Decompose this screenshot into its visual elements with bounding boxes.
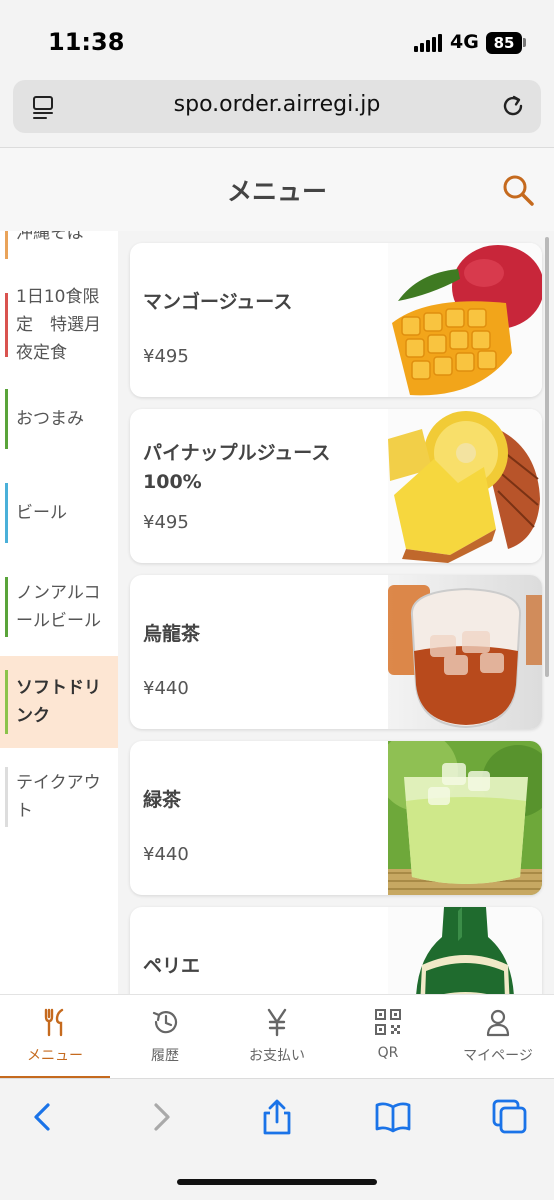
scrollbar[interactable] <box>545 237 549 677</box>
category-item[interactable]: テイクアウト <box>0 767 118 827</box>
category-color-bar <box>5 231 8 259</box>
menu-content: 沖縄そば 1日10食限定 特選月夜定食 おつまみ ビール ノンアルコールビール … <box>0 231 554 994</box>
share-icon[interactable] <box>257 1097 297 1137</box>
item-name: マンゴージュース <box>143 291 293 313</box>
category-label: 沖縄そば <box>16 231 84 243</box>
menu-item-card[interactable]: マンゴージュース ¥495 <box>130 243 542 397</box>
status-bar: 11:38 4G 85 <box>0 0 554 80</box>
item-name: パイナップルジュース100% <box>143 442 331 493</box>
page-title: メニュー <box>226 177 327 206</box>
nav-qr[interactable]: QR <box>333 995 443 1079</box>
signal-icon <box>414 34 444 52</box>
category-color-bar <box>5 670 8 734</box>
menu-item-card[interactable]: パイナップルジュース100% ¥495 <box>130 409 542 563</box>
address-bar[interactable]: spo.order.airregi.jp <box>13 80 541 133</box>
category-color-bar <box>5 389 8 449</box>
fork-knife-icon <box>44 1008 64 1037</box>
oolong-tea-image <box>388 575 542 729</box>
back-icon[interactable] <box>22 1097 62 1137</box>
item-name: ペリエ <box>143 955 201 977</box>
battery-icon: 85 <box>486 32 522 54</box>
nav-label: お支払い <box>249 1048 305 1064</box>
mango-image <box>388 243 542 397</box>
nav-label: QR <box>377 1045 399 1061</box>
status-time: 11:38 <box>48 28 125 56</box>
item-name: 緑茶 <box>143 789 182 811</box>
category-color-bar <box>5 577 8 637</box>
category-item[interactable]: ビール <box>0 483 118 543</box>
url-text[interactable]: spo.order.airregi.jp <box>13 92 541 117</box>
nav-label: メニュー <box>27 1048 83 1064</box>
category-label: テイクアウト <box>16 773 101 821</box>
nav-mypage[interactable]: マイページ <box>443 995 553 1079</box>
item-name: 烏龍茶 <box>143 623 201 645</box>
nav-label: 履歴 <box>151 1048 179 1064</box>
category-item[interactable]: 1日10食限定 特選月夜定食 <box>0 283 118 367</box>
qr-code-icon <box>375 1009 401 1035</box>
category-item[interactable]: おつまみ <box>0 389 118 449</box>
nav-history[interactable]: 履歴 <box>110 995 220 1079</box>
category-label: おつまみ <box>16 409 84 429</box>
category-item-selected[interactable]: ソフトドリンク <box>0 656 118 748</box>
reload-icon[interactable] <box>499 92 527 120</box>
battery-tip <box>523 38 526 47</box>
nav-menu[interactable]: メニュー <box>0 995 110 1079</box>
menu-item-card[interactable]: 緑茶 ¥440 <box>130 741 542 895</box>
category-item[interactable]: ノンアルコールビール <box>0 577 118 637</box>
menu-item-card[interactable]: 烏龍茶 ¥440 <box>130 575 542 729</box>
home-indicator <box>177 1179 377 1185</box>
history-icon <box>152 1011 178 1034</box>
nav-label: マイページ <box>463 1048 533 1064</box>
category-sidebar: 沖縄そば 1日10食限定 特選月夜定食 おつまみ ビール ノンアルコールビール … <box>0 231 118 994</box>
green-tea-image <box>388 741 542 895</box>
category-label: ビール <box>16 503 67 523</box>
pineapple-image <box>388 409 542 563</box>
category-label: ノンアルコールビール <box>16 583 101 631</box>
search-icon[interactable] <box>500 172 536 208</box>
forward-icon[interactable] <box>142 1097 182 1137</box>
item-price: ¥440 <box>143 844 189 865</box>
item-price: ¥440 <box>143 678 189 699</box>
nav-payment[interactable]: お支払い <box>222 995 332 1079</box>
item-price: ¥495 <box>143 346 189 367</box>
tabs-icon[interactable] <box>490 1097 530 1137</box>
category-label: 1日10食限定 特選月夜定食 <box>16 287 101 363</box>
network-label: 4G <box>450 31 479 53</box>
yen-icon <box>267 1008 287 1037</box>
person-icon <box>486 1009 510 1037</box>
bottom-nav: メニュー 履歴 お支払い QR マイページ <box>0 994 554 1079</box>
category-color-bar <box>5 767 8 827</box>
category-color-bar <box>5 483 8 543</box>
bookmarks-icon[interactable] <box>373 1097 413 1137</box>
category-item[interactable]: 沖縄そば <box>0 231 118 259</box>
category-label: ソフトドリンク <box>16 678 101 726</box>
item-price: ¥495 <box>143 512 189 533</box>
category-color-bar <box>5 293 8 357</box>
menu-item-card[interactable]: ペリエ <box>130 907 542 994</box>
perrier-image <box>388 907 542 994</box>
app-header: メニュー <box>0 147 554 231</box>
